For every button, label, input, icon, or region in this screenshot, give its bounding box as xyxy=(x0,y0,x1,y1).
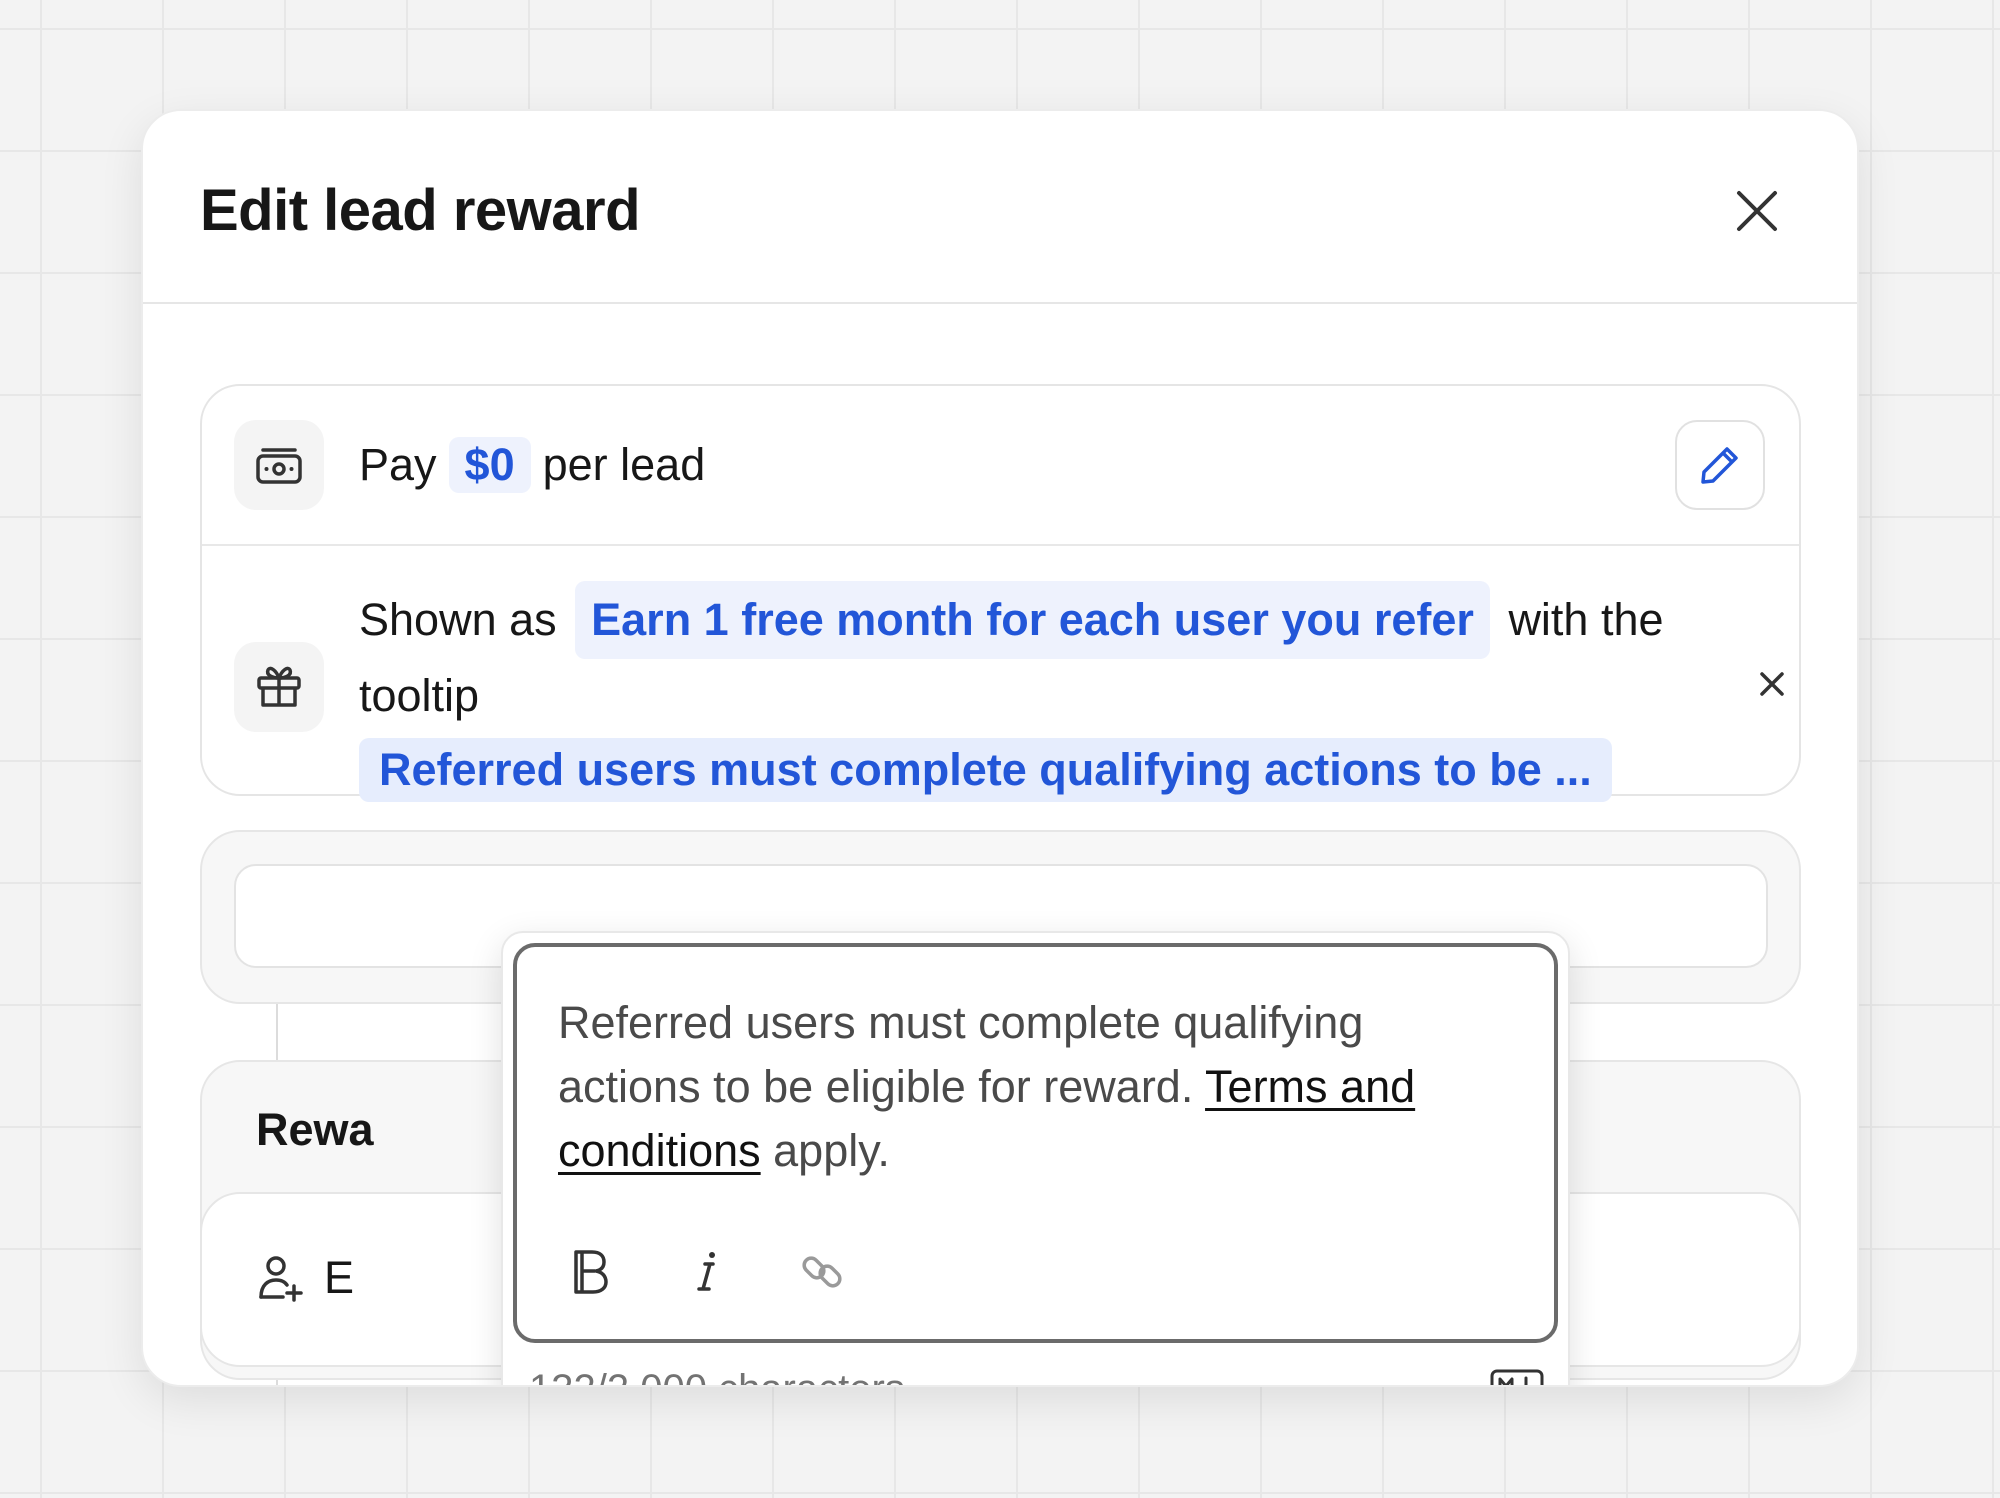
with-text: with xyxy=(1508,594,1589,645)
modal-title: Edit lead reward xyxy=(200,178,641,243)
editor-content[interactable]: Referred users must complete qualifying … xyxy=(558,991,1518,1183)
link-button[interactable] xyxy=(787,1237,857,1307)
bold-icon xyxy=(574,1250,608,1294)
rewards-title: Rewa xyxy=(256,1104,374,1155)
connector-line xyxy=(276,1004,278,1060)
tooltip-preview-chip[interactable]: Referred users must complete qualifying … xyxy=(359,738,1612,802)
money-icon xyxy=(256,448,302,484)
money-icon-box xyxy=(234,420,324,510)
bold-button[interactable] xyxy=(555,1237,625,1307)
pay-prefix: Pay xyxy=(359,439,437,490)
remove-icon xyxy=(1760,672,1784,696)
modal-header: Edit lead reward xyxy=(143,111,1857,304)
pay-line: Pay $0 per lead xyxy=(359,420,705,510)
gift-icon xyxy=(257,666,301,707)
user-plus-icon xyxy=(259,1256,303,1302)
tooltip-editor-popover: Referred users must complete qualifying … xyxy=(501,931,1570,1385)
character-count: 132/2,000 characters xyxy=(529,1367,905,1385)
edit-lead-reward-modal: Edit lead reward Pay $0 per lead Shown a… xyxy=(141,109,1859,1387)
pencil-icon xyxy=(1701,447,1738,484)
shown-as-prefix: Shown as xyxy=(359,594,557,645)
italic-icon xyxy=(697,1252,715,1291)
reward-item-label: E xyxy=(324,1252,355,1303)
italic-button[interactable] xyxy=(671,1237,741,1307)
gift-icon-box xyxy=(234,642,324,732)
tooltip-rich-text-editor[interactable]: Referred users must complete qualifying … xyxy=(513,943,1558,1343)
tooltip-description-text: Shown as Earn 1 free month for each user… xyxy=(359,581,1699,807)
reward-amount-chip[interactable]: $0 xyxy=(448,437,531,493)
edit-reward-button[interactable] xyxy=(1675,420,1765,510)
description-chip[interactable]: Earn 1 free month for each user you refe… xyxy=(575,581,1490,659)
close-icon xyxy=(1737,191,1777,231)
close-button[interactable] xyxy=(1717,171,1797,251)
editor-text-after-link: apply. xyxy=(773,1125,890,1176)
reward-summary-card: Pay $0 per lead Shown as Earn 1 free mon… xyxy=(200,384,1801,802)
link-icon xyxy=(802,1256,842,1288)
remove-display-button[interactable] xyxy=(1747,659,1797,709)
pay-suffix: per lead xyxy=(542,439,706,490)
editor-toolbar xyxy=(555,1237,903,1307)
card-divider xyxy=(202,544,1799,546)
reward-list-item[interactable]: E xyxy=(256,1252,354,1304)
markdown-icon xyxy=(1490,1369,1544,1385)
